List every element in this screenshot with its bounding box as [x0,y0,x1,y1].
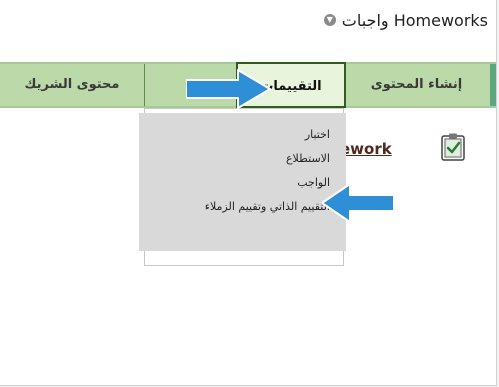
page-title: واجبات Homeworks [341,10,488,30]
tab-bar-accent [490,64,496,106]
tab-assessments[interactable]: التقييمات [236,62,346,108]
tab-hidden[interactable] [144,64,236,106]
menu-item-peer-assessment[interactable]: التقييم الذاتي وتقييم الزملاء [149,195,330,219]
menu-item-homework[interactable]: الواجب [149,171,330,195]
tab-bar: إنشاء المحتوى التقييمات محتوى الشريك [0,62,496,108]
menu-item-survey[interactable]: الاستطلاع [149,147,330,171]
clipboard-check-icon[interactable] [441,133,465,161]
page-frame: ▼ واجبات Homeworks إنشاء المحتوى التقييم… [0,0,497,386]
assessments-dropdown-menu: اختبار الاستطلاع الواجب التقييم الذاتي و… [139,113,346,251]
chevron-down-icon[interactable]: ▼ [323,14,336,26]
tab-create-content[interactable]: إنشاء المحتوى [342,64,490,106]
menu-item-quiz[interactable]: اختبار [149,123,330,147]
homework-link[interactable]: ework [340,140,392,158]
page-title-row: ▼ واجبات Homeworks [0,8,488,32]
tab-partner-content[interactable]: محتوى الشريك [0,64,144,106]
